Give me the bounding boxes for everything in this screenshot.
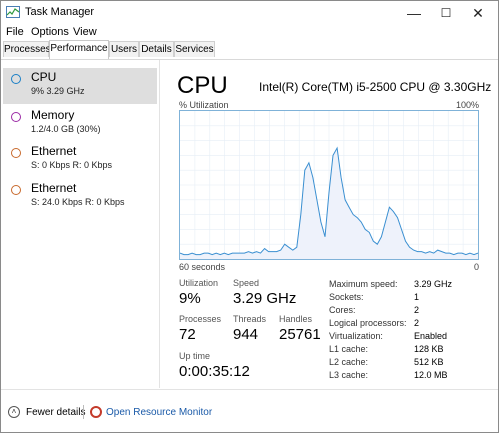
utilization-value: 9% [179, 290, 201, 307]
speed-label: Speed [233, 278, 260, 288]
task-manager-window: Task Manager — ☐ ✕ File Options View Pro… [0, 0, 499, 433]
info-label-l1-cache: L1 cache: [329, 344, 369, 354]
graph-y-max-label: 100% [455, 100, 479, 110]
memory-indicator-icon [11, 112, 21, 122]
utilization-label: Utilization [179, 278, 219, 288]
info-label-l2-cache: L2 cache: [329, 357, 369, 367]
sidebar-item-ethernet-2[interactable]: Ethernet S: 24.0 Kbps R: 0 Kbps [3, 179, 157, 215]
info-value-cores: 2 [414, 305, 420, 315]
info-value-l1-cache: 128 KB [414, 344, 444, 354]
cpu-utilization-graph [179, 110, 479, 260]
info-value-logical-processors: 2 [414, 318, 420, 328]
info-label-logical-processors: Logical processors: [329, 318, 407, 328]
sidebar-item-subtitle: 9% 3.29 GHz [31, 86, 85, 96]
resource-monitor-icon[interactable] [90, 406, 102, 418]
info-value-l2-cache: 512 KB [414, 357, 444, 367]
chevron-up-icon[interactable]: ˄ [8, 406, 20, 418]
tab-performance[interactable]: Performance [49, 40, 109, 59]
graph-y-label: % Utilization [179, 100, 229, 110]
uptime-label: Up time [179, 351, 211, 361]
graph-x-left-label: 60 seconds [179, 262, 226, 272]
tab-services[interactable]: Services [174, 41, 215, 57]
tab-users[interactable]: Users [109, 41, 139, 57]
uptime-value: 0:00:35:12 [179, 363, 250, 380]
cpu-model: Intel(R) Core(TM) i5-2500 CPU @ 3.30GHz [259, 80, 492, 94]
tab-processes[interactable]: Processes [3, 41, 51, 57]
processes-label: Processes [179, 314, 222, 324]
sidebar-item-title: CPU [31, 70, 57, 84]
ethernet-indicator-icon [11, 148, 21, 158]
info-label-max-speed: Maximum speed: [329, 279, 398, 289]
cpu-indicator-icon [11, 74, 21, 84]
minimize-button[interactable]: — [399, 3, 429, 23]
sidebar-item-ethernet-1[interactable]: Ethernet S: 0 Kbps R: 0 Kbps [3, 142, 157, 178]
info-label-l3-cache: L3 cache: [329, 370, 369, 380]
ethernet-indicator-icon [11, 185, 21, 195]
open-resource-monitor-link[interactable]: Open Resource Monitor [106, 407, 212, 418]
info-label-sockets: Sockets: [329, 292, 364, 302]
handles-label: Handles [279, 314, 313, 324]
task-manager-icon [6, 6, 20, 18]
info-value-l3-cache: 12.0 MB [414, 370, 448, 380]
menu-bar: File Options View [1, 25, 498, 41]
sidebar-item-subtitle: S: 0 Kbps R: 0 Kbps [31, 160, 113, 170]
footer-divider [83, 405, 84, 419]
graph-x-right-label: 0 [473, 262, 479, 272]
menu-file[interactable]: File [6, 26, 24, 38]
sidebar-item-cpu[interactable]: CPU 9% 3.29 GHz [3, 68, 157, 104]
speed-value: 3.29 GHz [233, 290, 297, 307]
menu-view[interactable]: View [73, 26, 97, 38]
info-value-max-speed: 3.29 GHz [414, 279, 453, 289]
page-title: CPU [177, 72, 228, 99]
window-title: Task Manager [25, 6, 95, 18]
sidebar-item-title: Memory [31, 108, 75, 122]
cpu-detail-panel: CPU Intel(R) Core(TM) i5-2500 CPU @ 3.30… [161, 60, 500, 388]
info-label-cores: Cores: [329, 305, 356, 315]
processes-value: 72 [179, 326, 196, 343]
handles-value: 25761 [279, 326, 321, 343]
tab-bar: Processes Performance Users Details Serv… [1, 40, 498, 60]
threads-label: Threads [233, 314, 267, 324]
footer-bar: ˄ Fewer details Open Resource Monitor [1, 389, 498, 435]
threads-value: 944 [233, 326, 259, 343]
resource-sidebar: CPU 9% 3.29 GHz Memory 1.2/4.0 GB (30%) … [1, 60, 160, 388]
sidebar-item-memory[interactable]: Memory 1.2/4.0 GB (30%) [3, 106, 157, 142]
info-value-virtualization: Enabled [414, 331, 448, 341]
sidebar-item-subtitle: 1.2/4.0 GB (30%) [31, 124, 101, 134]
info-label-virtualization: Virtualization: [329, 331, 383, 341]
sidebar-item-subtitle: S: 24.0 Kbps R: 0 Kbps [31, 197, 125, 207]
tab-details[interactable]: Details [139, 41, 174, 57]
fewer-details-button[interactable]: Fewer details [26, 407, 85, 418]
sidebar-item-title: Ethernet [31, 144, 77, 158]
cpu-graph-svg [180, 111, 478, 259]
info-value-sockets: 1 [414, 292, 420, 302]
close-button[interactable]: ✕ [463, 3, 493, 23]
maximize-button[interactable]: ☐ [431, 3, 461, 23]
title-bar[interactable]: Task Manager — ☐ ✕ [1, 1, 498, 25]
sidebar-item-title: Ethernet [31, 181, 77, 195]
menu-options[interactable]: Options [31, 26, 69, 38]
